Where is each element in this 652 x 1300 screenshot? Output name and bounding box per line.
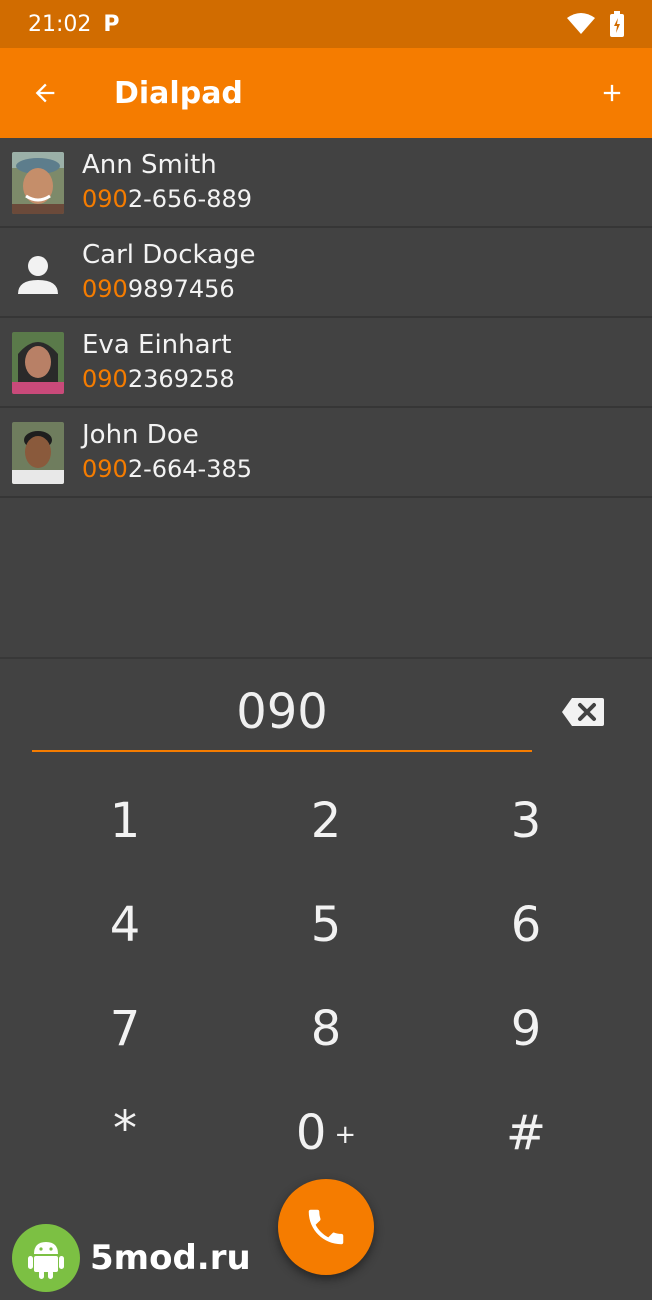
contact-item-ann-smith[interactable]: Ann Smith 0902-656-889 (0, 138, 652, 228)
dial-number-field[interactable]: 090 (32, 672, 532, 752)
call-button[interactable] (278, 1179, 374, 1275)
key-4[interactable]: 4 (25, 873, 225, 977)
plus-icon (603, 84, 621, 102)
contact-number: 0902-656-889 (82, 182, 252, 216)
contact-number: 0902369258 (82, 362, 235, 396)
arrow-back-icon (35, 83, 55, 103)
add-contact-button[interactable] (572, 48, 652, 138)
avatar (12, 332, 64, 394)
contact-item-carl-dockage[interactable]: Carl Dockage 0909897456 (0, 228, 652, 318)
backspace-icon (562, 698, 604, 726)
contact-number: 0902-664-385 (82, 452, 252, 486)
key-0-sublabel: + (334, 1120, 357, 1150)
key-9[interactable]: 9 (426, 977, 626, 1081)
key-0-label: 0 (295, 1105, 327, 1161)
number-match: 090 (82, 455, 128, 483)
status-icons (566, 11, 624, 37)
avatar-placeholder (12, 242, 64, 304)
watermark: 5mod.ru (12, 1224, 251, 1292)
contact-item-eva-einhart[interactable]: Eva Einhart 0902369258 (0, 318, 652, 408)
number-match: 090 (82, 275, 128, 303)
key-3[interactable]: 3 (426, 769, 626, 873)
parking-notification-icon: P (103, 11, 120, 37)
contact-list: Ann Smith 0902-656-889 Carl Dockage 0909… (0, 138, 652, 498)
phone-icon (308, 1209, 344, 1245)
app-bar: Dialpad (0, 48, 652, 138)
number-rest: 2-656-889 (127, 185, 253, 213)
key-8[interactable]: 8 (226, 977, 426, 1081)
divider (0, 657, 652, 659)
wifi-icon (567, 13, 595, 34)
key-6[interactable]: 6 (426, 873, 626, 977)
back-button[interactable] (0, 48, 90, 138)
person-icon (18, 256, 58, 294)
avatar (12, 152, 64, 214)
page-title: Dialpad (114, 75, 243, 111)
number-rest: 2-664-385 (127, 455, 253, 483)
contact-name: Carl Dockage (82, 240, 256, 270)
key-5[interactable]: 5 (226, 873, 426, 977)
number-match: 090 (82, 365, 128, 393)
contact-name: Eva Einhart (82, 330, 232, 360)
number-rest: 2369258 (127, 365, 235, 393)
key-7[interactable]: 7 (25, 977, 225, 1081)
status-bar: 21:02 P (0, 0, 652, 48)
number-match: 090 (82, 185, 128, 213)
battery-charging-icon (610, 11, 624, 37)
android-icon (12, 1224, 80, 1292)
key-0[interactable]: 0 + (226, 1081, 426, 1185)
watermark-text: 5mod.ru (90, 1238, 251, 1278)
contact-name: John Doe (82, 420, 199, 450)
key-hash[interactable]: # (426, 1081, 626, 1185)
contact-number: 0909897456 (82, 272, 256, 306)
key-star[interactable]: * (25, 1077, 225, 1181)
key-1[interactable]: 1 (25, 769, 225, 873)
avatar (12, 422, 64, 484)
contact-name: Ann Smith (82, 150, 217, 180)
backspace-button[interactable] (560, 694, 606, 730)
key-2[interactable]: 2 (226, 769, 426, 873)
status-time: 21:02 (28, 11, 92, 37)
contact-item-john-doe[interactable]: John Doe 0902-664-385 (0, 408, 652, 498)
number-rest: 9897456 (127, 275, 235, 303)
